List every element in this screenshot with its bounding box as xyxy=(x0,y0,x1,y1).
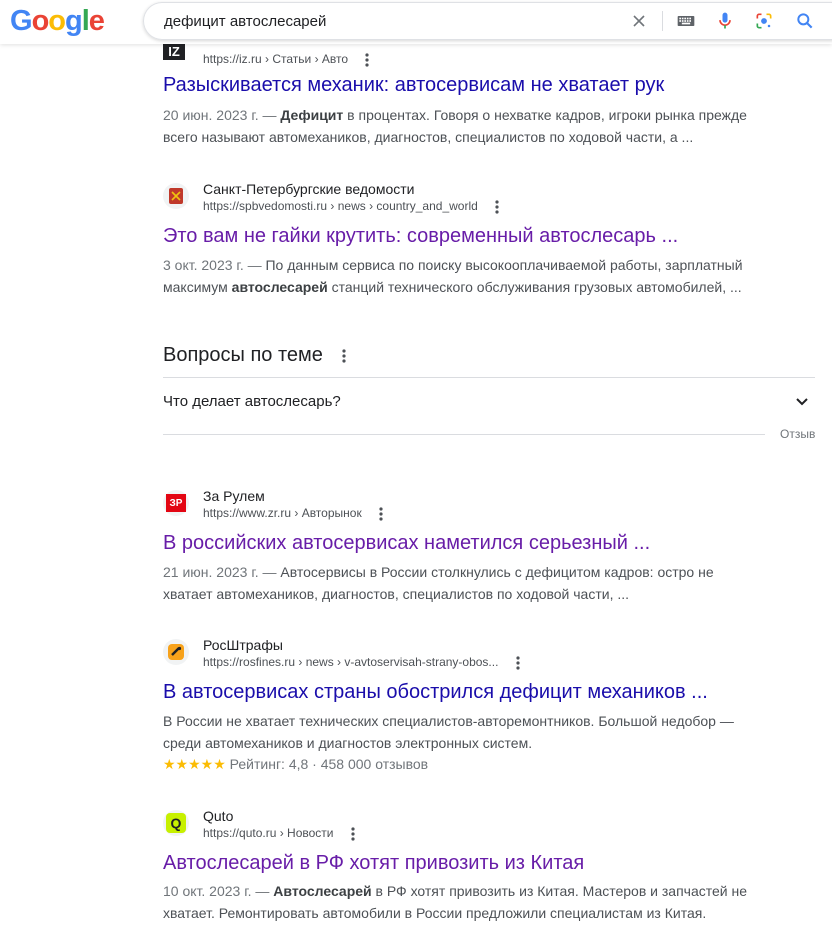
url-text: https://www.zr.ru › Авторынок xyxy=(203,506,362,520)
result-snippet: 20 июн. 2023 г. — Дефицит в процентах. Г… xyxy=(163,104,773,148)
snippet-text: По данным сервиса по поиску высокооплачи… xyxy=(265,257,743,273)
star-rating-icon: ★★★★★ xyxy=(163,756,226,772)
chevron-down-icon[interactable] xyxy=(794,394,810,410)
snippet-text: Автосервисы в России столкнулись с дефиц… xyxy=(280,564,714,580)
snippet-text: в РФ хотят привозить из Китая. Мастеров … xyxy=(371,883,748,899)
snippet-bold: автослесарей xyxy=(231,279,328,295)
result-url[interactable]: https://rosfines.ru › news › v-avtoservi… xyxy=(203,655,520,670)
result-title[interactable]: Это вам не гайки крутить: современный ав… xyxy=(163,225,678,248)
result-date: 20 июн. 2023 г. — xyxy=(163,107,281,123)
more-options-icon[interactable] xyxy=(365,53,370,67)
favicon-label: Q xyxy=(166,813,186,833)
quto-favicon: Q xyxy=(163,810,189,836)
result-title[interactable]: В российских автосервисах наметился серь… xyxy=(163,532,650,555)
logo-letter: G xyxy=(10,5,33,37)
snippet-bold: Автослесарей xyxy=(273,883,372,899)
more-options-icon[interactable] xyxy=(379,507,383,521)
logo-letter: g xyxy=(65,5,83,37)
logo-letter: o xyxy=(48,5,66,37)
snippet-text: максимум xyxy=(163,279,232,295)
url-text: https://rosfines.ru › news › v-avtoservi… xyxy=(203,655,499,669)
snippet-text: в процентах. Говоря о нехватке кадров, и… xyxy=(343,107,747,123)
result-snippet: 10 окт. 2023 г. — Автослесарей в РФ хотя… xyxy=(163,880,773,924)
result-date: 10 окт. 2023 г. — xyxy=(163,883,274,899)
rating-text: Рейтинг: 4,8 · 458 000 отзывов xyxy=(225,756,429,772)
result-title[interactable]: Автослесарей в РФ хотят привозить из Кит… xyxy=(163,852,584,875)
snippet-text: всего называют автомехаников, диагностов… xyxy=(163,129,694,145)
header: Google дефицит автослесарей xyxy=(0,0,832,44)
crest-icon xyxy=(169,188,183,204)
result-date: 3 окт. 2023 г. — xyxy=(163,257,266,273)
more-options-icon[interactable] xyxy=(516,656,520,670)
iz-favicon: IZ xyxy=(163,42,185,60)
result-date: 21 июн. 2023 г. — xyxy=(163,564,281,580)
search-input[interactable]: дефицит автослесарей xyxy=(164,13,326,30)
site-name[interactable]: Quto xyxy=(203,808,233,824)
clear-icon[interactable] xyxy=(629,11,649,31)
paa-question[interactable]: Что делает автослесарь? xyxy=(163,393,341,410)
more-options-icon[interactable] xyxy=(495,200,499,214)
divider xyxy=(163,434,765,435)
paa-heading: Вопросы по теме xyxy=(163,344,323,366)
result-url[interactable]: https://www.zr.ru › Авторынок xyxy=(203,506,383,521)
logo-letter: o xyxy=(31,5,50,37)
divider xyxy=(662,11,663,31)
result-snippet: 3 окт. 2023 г. — По данным сервиса по по… xyxy=(163,254,773,298)
logo-letter: l xyxy=(81,5,90,37)
result-url[interactable]: https://quto.ru › Новости xyxy=(203,826,355,841)
favicon-label: IZ xyxy=(163,42,185,60)
search-icon[interactable] xyxy=(795,11,815,31)
rosfines-logo-icon xyxy=(168,644,184,660)
lens-icon[interactable] xyxy=(754,11,774,31)
result-url[interactable]: https://iz.ru › Статьи › Авто xyxy=(203,52,370,67)
result-snippet: 21 июн. 2023 г. — Автосервисы в России с… xyxy=(163,561,773,605)
search-box[interactable]: дефицит автослесарей xyxy=(143,2,832,40)
microphone-icon[interactable] xyxy=(715,11,735,31)
more-options-icon[interactable] xyxy=(351,827,355,841)
paa-title: Вопросы по теме xyxy=(163,344,347,367)
logo-letter: e xyxy=(88,5,105,37)
spbvedomosti-favicon xyxy=(163,183,189,209)
snippet-text: станций технического обслуживания грузов… xyxy=(327,279,742,295)
snippet-text: хватает. Ремонтировать автомобили в Росс… xyxy=(163,905,707,921)
result-snippet: В России не хватает технических специали… xyxy=(163,710,773,754)
snippet-bold: Дефицит xyxy=(280,107,344,123)
keyboard-icon[interactable] xyxy=(676,11,696,31)
snippet-text: среди автомехаников и диагностов электро… xyxy=(163,735,533,751)
site-name[interactable]: Санкт-Петербургские ведомости xyxy=(203,181,414,197)
feedback-link[interactable]: Отзыв xyxy=(780,427,815,441)
url-text: https://spbvedomosti.ru › news › country… xyxy=(203,199,478,213)
url-text: https://iz.ru › Статьи › Авто xyxy=(203,52,349,66)
zr-favicon: ЗР xyxy=(163,490,189,516)
rosfines-favicon xyxy=(163,639,189,665)
snippet-text: В России не хватает технических специали… xyxy=(163,713,734,729)
favicon-label: ЗР xyxy=(166,494,186,512)
rating-row: ★★★★★ Рейтинг: 4,8 · 458 000 отзывов xyxy=(163,756,428,773)
site-name[interactable]: РосШтрафы xyxy=(203,637,283,653)
result-title[interactable]: Разыскивается механик: автосервисам не х… xyxy=(163,74,664,97)
result-title[interactable]: В автосервисах страны обострился дефицит… xyxy=(163,681,708,704)
url-text: https://quto.ru › Новости xyxy=(203,826,334,840)
site-name[interactable]: За Рулем xyxy=(203,488,265,504)
more-options-icon[interactable] xyxy=(342,349,347,363)
snippet-text: хватает автомехаников, диагностов, специ… xyxy=(163,586,630,602)
google-logo[interactable]: Google xyxy=(10,5,105,38)
result-url[interactable]: https://spbvedomosti.ru › news › country… xyxy=(203,199,499,214)
divider xyxy=(163,377,815,378)
